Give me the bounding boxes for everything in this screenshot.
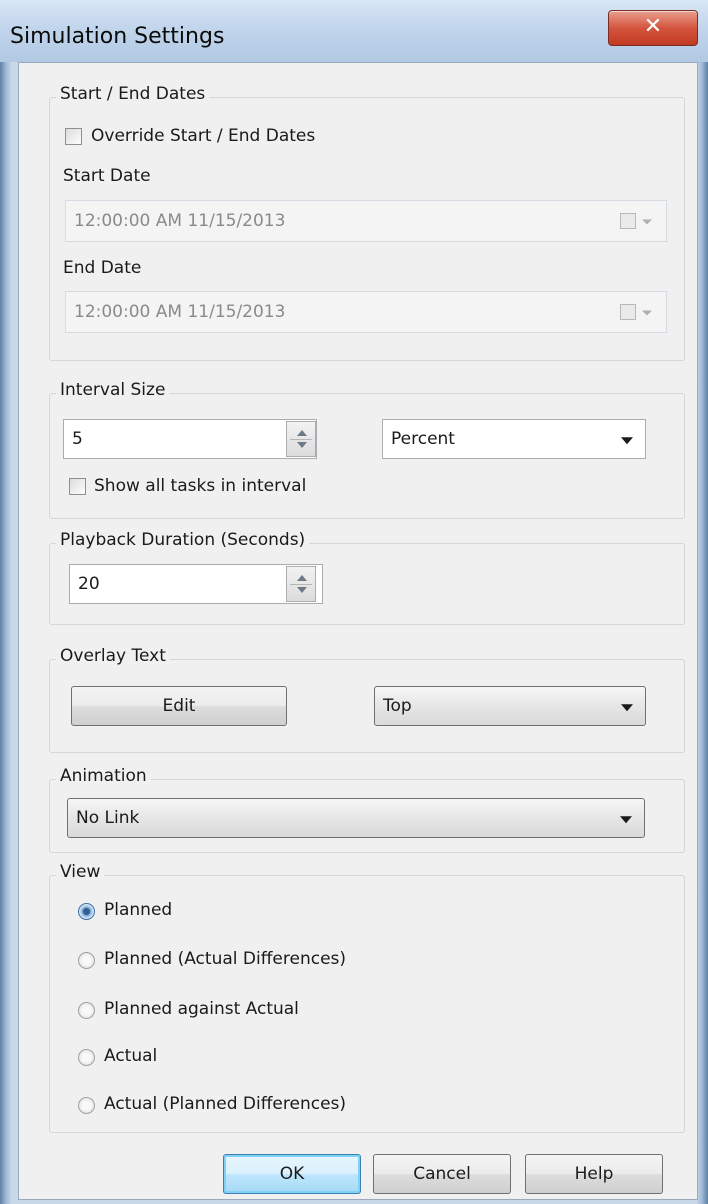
overlay-text-label: Overlay Text (56, 646, 170, 666)
ok-button[interactable]: OK (223, 1154, 361, 1194)
animation-link-value: No Link (76, 808, 140, 828)
close-button[interactable]: ✕ (608, 10, 698, 46)
chevron-down-icon[interactable] (621, 437, 633, 445)
show-all-tasks-checkbox[interactable] (69, 478, 86, 495)
simulation-settings-dialog: Simulation Settings ✕ Start / End Dates … (0, 0, 708, 1204)
view-actual-planned-differences-label[interactable]: Actual (Planned Differences) (104, 1094, 346, 1114)
playback-duration-label: Playback Duration (Seconds) (56, 530, 310, 550)
start-end-dates-group: Start / End Dates Override Start / End D… (49, 84, 685, 361)
view-actual-planned-differences-radio[interactable] (78, 1097, 95, 1114)
help-button[interactable]: Help (525, 1154, 663, 1194)
overlay-position-select[interactable]: Top (374, 686, 646, 726)
view-planned-actual-differences-radio[interactable] (78, 952, 95, 969)
view-planned-actual-differences-label[interactable]: Planned (Actual Differences) (104, 949, 346, 969)
view-actual-label[interactable]: Actual (104, 1046, 157, 1066)
interval-size-label: Interval Size (56, 380, 170, 400)
view-group: View Planned Planned (Actual Differences… (49, 862, 685, 1133)
playback-duration-value: 20 (78, 574, 100, 594)
playback-duration-spinner[interactable] (286, 566, 316, 602)
playback-duration-group: Playback Duration (Seconds) 20 (49, 530, 685, 625)
title-bar[interactable]: Simulation Settings ✕ (0, 0, 708, 62)
window-title: Simulation Settings (10, 24, 225, 49)
playback-duration-input[interactable]: 20 (69, 564, 323, 604)
start-end-dates-label: Start / End Dates (56, 84, 210, 104)
overlay-text-group: Overlay Text Edit Top (49, 646, 685, 753)
view-planned-against-actual-label[interactable]: Planned against Actual (104, 999, 299, 1019)
overlay-position-value: Top (383, 696, 412, 716)
animation-link-select[interactable]: No Link (67, 798, 645, 838)
view-label: View (56, 862, 105, 882)
interval-unit-select[interactable]: Percent (382, 419, 646, 459)
animation-label: Animation (56, 766, 151, 786)
start-date-picker[interactable]: 12:00:00 AM 11/15/2013 (65, 200, 667, 242)
end-date-label: End Date (63, 258, 142, 278)
interval-size-value: 5 (72, 429, 83, 449)
view-planned-radio[interactable] (78, 903, 95, 920)
spin-up-icon[interactable] (297, 430, 307, 436)
spin-up-icon[interactable] (297, 575, 307, 581)
chevron-down-icon[interactable] (620, 816, 632, 824)
interval-size-group: Interval Size 5 Percent Show all tasks i… (49, 380, 685, 519)
spin-down-icon[interactable] (297, 587, 307, 593)
start-date-label: Start Date (63, 166, 151, 186)
override-dates-label[interactable]: Override Start / End Dates (91, 126, 315, 146)
calendar-icon[interactable] (620, 304, 636, 320)
end-date-value: 12:00:00 AM 11/15/2013 (74, 302, 286, 322)
animation-group: Animation No Link (49, 766, 685, 853)
dialog-body: Start / End Dates Override Start / End D… (18, 62, 698, 1200)
show-all-tasks-label[interactable]: Show all tasks in interval (94, 476, 306, 496)
end-date-picker[interactable]: 12:00:00 AM 11/15/2013 (65, 291, 667, 333)
interval-size-input[interactable]: 5 (63, 419, 317, 459)
chevron-down-icon[interactable] (642, 310, 652, 316)
chevron-down-icon[interactable] (642, 219, 652, 225)
view-actual-radio[interactable] (78, 1049, 95, 1066)
override-dates-checkbox[interactable] (65, 128, 82, 145)
spin-down-icon[interactable] (297, 442, 307, 448)
chevron-down-icon[interactable] (621, 704, 633, 712)
cancel-button[interactable]: Cancel (373, 1154, 511, 1194)
view-planned-against-actual-radio[interactable] (78, 1002, 95, 1019)
interval-size-spinner[interactable] (286, 421, 316, 457)
edit-overlay-button[interactable]: Edit (71, 686, 287, 726)
calendar-icon[interactable] (620, 213, 636, 229)
start-date-value: 12:00:00 AM 11/15/2013 (74, 211, 286, 231)
view-planned-label[interactable]: Planned (104, 900, 172, 920)
interval-unit-value: Percent (391, 429, 455, 449)
close-icon: ✕ (643, 14, 663, 39)
